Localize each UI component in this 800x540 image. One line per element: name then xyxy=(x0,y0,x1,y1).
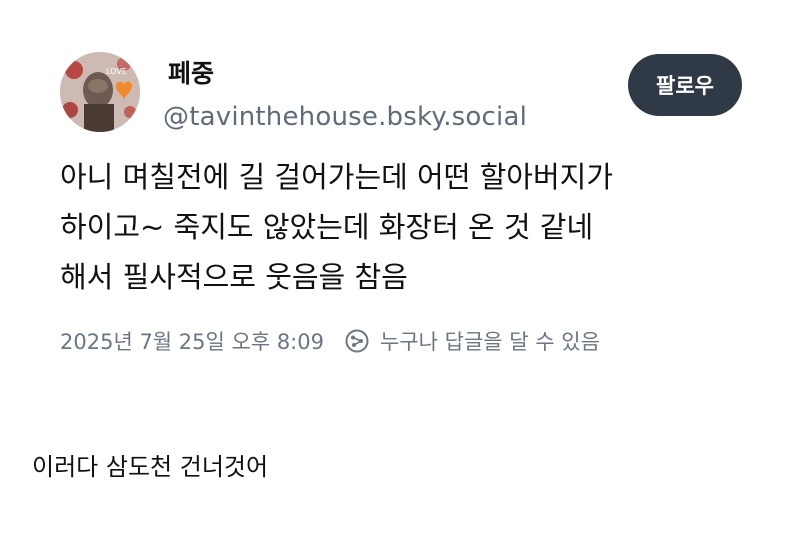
avatar-image: LOVE xyxy=(60,52,140,132)
post-text-line: 해서 필사적으로 웃음을 참음 xyxy=(60,260,408,294)
avatar-logo-text: LOVE xyxy=(106,67,127,76)
post-card: LOVE 페중 @tavinthehouse.bsky.social 팔로우 아… xyxy=(22,22,780,382)
post-text-line: 아니 며칠전에 길 걸어가는데 어떤 할아버지가 xyxy=(60,160,614,194)
user-handle[interactable]: @tavinthehouse.bsky.social xyxy=(163,100,527,134)
reply-permission-icon xyxy=(344,328,370,354)
post-text: 아니 며칠전에 길 걸어가는데 어떤 할아버지가 하이고~ 죽지도 않았는데 화… xyxy=(60,152,760,302)
display-name[interactable]: 페중 xyxy=(168,58,214,90)
post-text-line: 하이고~ 죽지도 않았는데 화장터 온 것 같네 xyxy=(60,210,594,244)
follow-button[interactable]: 팔로우 xyxy=(628,54,742,116)
avatar[interactable]: LOVE xyxy=(60,52,140,132)
reply-setting-text: 누구나 답글을 달 수 있음 xyxy=(379,330,600,354)
page: LOVE 페중 @tavinthehouse.bsky.social 팔로우 아… xyxy=(0,0,800,540)
post-meta: 2025년 7월 25일 오후 8:09 누구나 답글을 달 수 있음 xyxy=(60,324,600,358)
post-timestamp[interactable]: 2025년 7월 25일 오후 8:09 xyxy=(60,326,324,356)
caption-text: 이러다 삼도천 건너것어 xyxy=(32,453,269,481)
